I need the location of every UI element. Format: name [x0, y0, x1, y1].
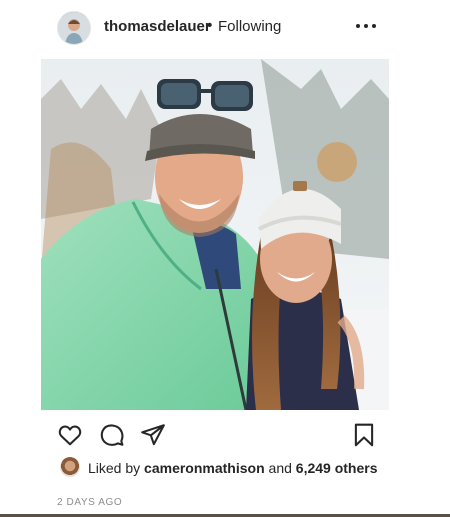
- post-header: thomasdelauer • Following: [0, 0, 450, 58]
- share-button[interactable]: [140, 422, 166, 448]
- ellipsis-icon: [364, 24, 368, 28]
- heart-icon: [58, 425, 82, 446]
- separator-dot: •: [207, 17, 213, 34]
- likes-connector: and: [268, 460, 292, 476]
- bookmark-icon: [354, 423, 374, 447]
- likes-count[interactable]: 6,249 others: [296, 460, 378, 476]
- instagram-post: thomasdelauer • Following Liked by camer…: [0, 0, 450, 517]
- post-timestamp[interactable]: 2 DAYS AGO: [57, 497, 122, 508]
- user-avatar[interactable]: [58, 12, 90, 44]
- ellipsis-icon: [356, 24, 360, 28]
- photo-illustration: [41, 59, 389, 410]
- avatar-image: [58, 12, 90, 44]
- ellipsis-icon: [372, 24, 376, 28]
- post-actions: [0, 418, 450, 452]
- likes-text: Liked by cameronmathison and 6,249 other…: [88, 460, 378, 476]
- liker-username[interactable]: cameronmathison: [144, 460, 265, 476]
- more-options-button[interactable]: [356, 18, 376, 34]
- like-button[interactable]: [57, 422, 83, 448]
- post-username[interactable]: thomasdelauer: [104, 18, 211, 35]
- post-image[interactable]: [41, 59, 389, 410]
- comment-button[interactable]: [99, 422, 125, 448]
- save-button[interactable]: [351, 422, 377, 448]
- liker-avatar[interactable]: [60, 457, 80, 477]
- send-icon: [141, 424, 165, 446]
- comment-icon: [100, 424, 124, 446]
- follow-status[interactable]: Following: [218, 18, 281, 35]
- likes-prefix: Liked by: [88, 460, 141, 476]
- likes-summary: Liked by cameronmathison and 6,249 other…: [56, 455, 436, 479]
